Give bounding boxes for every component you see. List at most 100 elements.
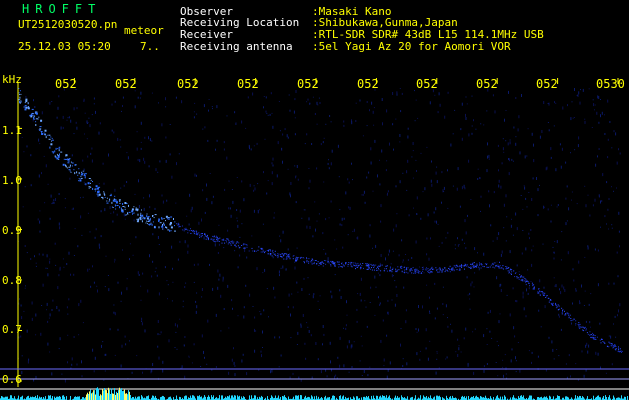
amplitude-bar <box>368 396 369 400</box>
noise-pixel <box>34 106 36 108</box>
trace-point <box>479 262 480 264</box>
noise-pixel <box>594 109 595 111</box>
noise-pixel <box>416 170 417 172</box>
trace-point <box>426 267 427 269</box>
amplitude-bar <box>446 395 447 400</box>
noise-pixel <box>597 283 599 287</box>
noise-pixel <box>282 265 284 269</box>
trace-point <box>354 264 356 266</box>
noise-pixel <box>35 334 37 336</box>
trace-point <box>146 213 148 215</box>
trace-point <box>383 270 385 272</box>
noise-pixel <box>50 194 52 198</box>
noise-pixel <box>508 158 510 162</box>
trace-point <box>161 225 164 228</box>
trace-point <box>234 245 236 246</box>
amplitude-bar <box>271 395 272 400</box>
trace-point <box>325 263 327 265</box>
trace-point <box>109 195 112 197</box>
trace-point <box>167 218 170 220</box>
trace-point <box>441 269 443 271</box>
noise-pixel <box>122 105 123 107</box>
noise-pixel <box>176 348 178 350</box>
noise-pixel <box>537 355 539 358</box>
noise-pixel <box>491 337 493 339</box>
noise-pixel <box>585 320 587 323</box>
trace-point <box>311 263 313 265</box>
trace-point <box>582 329 584 331</box>
noise-pixel <box>412 150 414 152</box>
trace-point <box>391 269 393 271</box>
noise-pixel <box>318 97 320 99</box>
noise-pixel <box>47 342 49 346</box>
noise-pixel <box>91 114 93 116</box>
trace-point <box>585 329 587 331</box>
trace-point <box>371 269 373 271</box>
amplitude-bar <box>376 395 377 400</box>
trace-point <box>519 276 521 278</box>
noise-pixel <box>605 372 607 374</box>
trace-point <box>54 150 56 153</box>
noise-pixel <box>486 344 488 345</box>
trace-point <box>358 264 360 266</box>
trace-point <box>272 249 274 251</box>
noise-pixel <box>58 95 60 98</box>
noise-pixel <box>583 305 585 306</box>
noise-pixel <box>232 307 233 310</box>
noise-pixel <box>88 268 90 270</box>
trace-point <box>473 265 475 267</box>
noise-pixel <box>59 337 61 341</box>
trace-point <box>239 246 241 248</box>
noise-pixel <box>396 91 398 95</box>
trace-point <box>429 269 431 271</box>
trace-point <box>325 260 327 262</box>
trace-point <box>456 269 458 271</box>
noise-pixel <box>532 245 534 247</box>
trace-point <box>312 259 314 261</box>
trace-point <box>133 206 135 208</box>
amplitude-bar <box>110 394 111 400</box>
noise-pixel <box>214 243 216 247</box>
trace-point <box>188 230 190 232</box>
trace-point <box>227 238 229 240</box>
noise-pixel <box>355 102 357 104</box>
noise-pixel <box>560 165 562 169</box>
noise-pixel <box>391 299 393 301</box>
trace-point <box>197 234 199 236</box>
noise-pixel <box>402 365 404 367</box>
trace-point <box>104 196 106 198</box>
noise-pixel <box>117 328 119 331</box>
amplitude-bar <box>101 395 102 400</box>
noise-pixel <box>382 319 384 322</box>
trace-point <box>524 278 526 280</box>
noise-pixel <box>503 374 504 378</box>
trace-point <box>103 191 105 193</box>
trace-point <box>20 101 22 103</box>
noise-pixel <box>425 328 427 332</box>
trace-point <box>575 320 577 322</box>
trace-point <box>502 268 504 270</box>
noise-pixel <box>158 292 160 296</box>
amplitude-bar <box>193 395 194 400</box>
trace-point <box>136 209 138 212</box>
amplitude-bar <box>377 395 378 400</box>
noise-pixel <box>356 320 358 323</box>
trace-point <box>401 270 403 272</box>
noise-pixel <box>531 249 533 252</box>
trace-point <box>190 230 192 231</box>
trace-point <box>578 324 580 326</box>
noise-pixel <box>73 107 75 111</box>
trace-point <box>461 267 463 268</box>
trace-point <box>608 341 610 343</box>
noise-pixel <box>337 144 339 148</box>
noise-pixel <box>527 292 529 295</box>
noise-pixel <box>195 310 197 314</box>
trace-point <box>68 166 71 168</box>
noise-pixel <box>270 370 271 374</box>
noise-pixel <box>492 94 494 97</box>
noise-pixel <box>99 246 101 249</box>
noise-pixel <box>392 92 394 95</box>
noise-pixel <box>309 179 311 183</box>
noise-pixel <box>519 369 521 373</box>
trace-point <box>592 332 594 334</box>
